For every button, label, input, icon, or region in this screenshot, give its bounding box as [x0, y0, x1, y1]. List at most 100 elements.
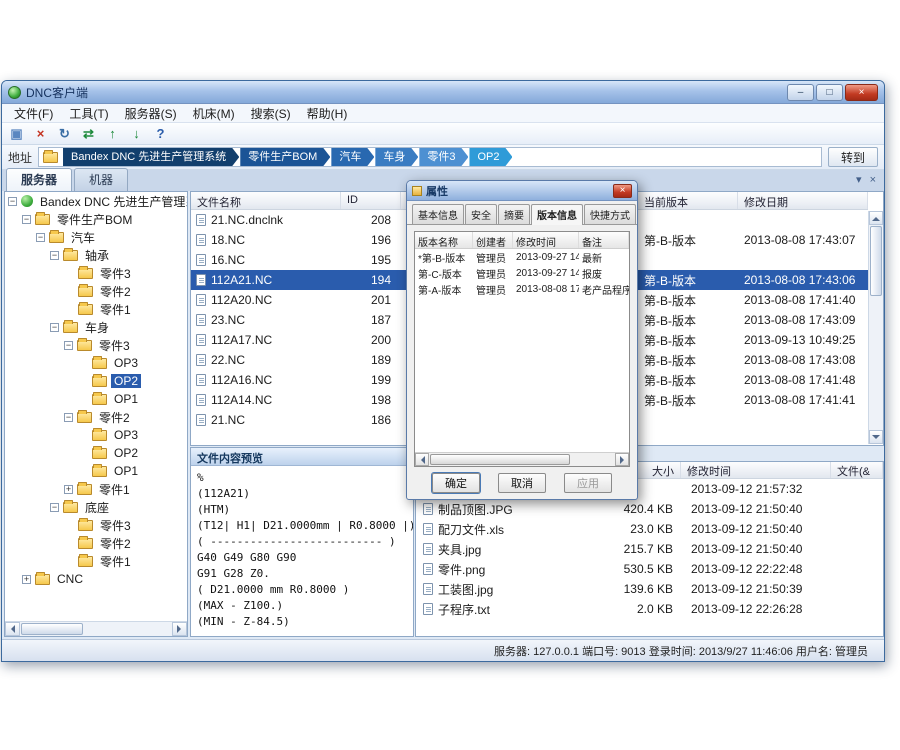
dialog-tab-0[interactable]: 基本信息: [412, 204, 464, 224]
scroll-down-icon[interactable]: [869, 430, 883, 444]
folder-icon: [92, 466, 107, 477]
dialog-title-bar[interactable]: 属性 ×: [407, 181, 637, 201]
tree-horizontal-scrollbar[interactable]: [5, 621, 187, 636]
tree-item[interactable]: 零件1: [5, 552, 187, 570]
collapse-icon[interactable]: −: [8, 197, 17, 206]
collapse-icon[interactable]: −: [36, 233, 45, 242]
tree-item[interactable]: 零件3: [5, 516, 187, 534]
tree-item[interactable]: OP1: [5, 390, 187, 408]
dialog-ok-button[interactable]: 确定: [432, 473, 480, 493]
upload-icon[interactable]: ↑: [104, 125, 121, 142]
collapse-icon[interactable]: −: [22, 215, 31, 224]
menu-item-4[interactable]: 搜索(S): [243, 103, 299, 124]
folder-icon: [63, 502, 78, 513]
dialog-cancel-button[interactable]: 取消: [498, 473, 546, 493]
dialog-tab-2[interactable]: 摘要: [498, 204, 530, 224]
attachment-row[interactable]: 子程序.txt2.0 KB2013-09-12 22:26:28: [416, 599, 883, 619]
menu-item-1[interactable]: 工具(T): [61, 103, 116, 124]
tree-item[interactable]: 零件2: [5, 534, 187, 552]
menu-item-2[interactable]: 服务器(S): [117, 103, 185, 124]
collapse-icon[interactable]: −: [64, 341, 73, 350]
expand-icon[interactable]: +: [22, 575, 31, 584]
dialog-apply-button[interactable]: 应用: [564, 473, 612, 493]
menu-item-0[interactable]: 文件(F): [6, 103, 61, 124]
scrollbar-thumb[interactable]: [21, 623, 83, 635]
tree-item[interactable]: OP2: [5, 444, 187, 462]
chevron-down-icon[interactable]: ▾: [856, 174, 862, 186]
dialog-tab-3[interactable]: 版本信息: [531, 204, 583, 225]
version-row[interactable]: 第-C-版本管理员2013-09-27 14:报废: [415, 265, 629, 281]
scrollbar-thumb[interactable]: [430, 454, 570, 465]
tree-item[interactable]: −底座: [5, 498, 187, 516]
tree-item[interactable]: −零件生产BOM: [5, 210, 187, 228]
attachment-row[interactable]: 配刀文件.xls23.0 KB2013-09-12 21:50:40: [416, 519, 883, 539]
title-bar[interactable]: DNC客户端 –□×: [2, 81, 884, 104]
download-icon[interactable]: ↓: [128, 125, 145, 142]
tree-item[interactable]: −车身: [5, 318, 187, 336]
close-button[interactable]: ×: [845, 84, 878, 101]
transfer-icon[interactable]: ⇄: [80, 125, 97, 142]
close-pane-icon[interactable]: ×: [870, 174, 876, 186]
breadcrumb-segment-5[interactable]: OP2: [469, 148, 512, 166]
tree-item[interactable]: 零件2: [5, 282, 187, 300]
tree-item[interactable]: −零件2: [5, 408, 187, 426]
file-list-vertical-scrollbar[interactable]: [868, 211, 883, 444]
tree-item[interactable]: 零件1: [5, 300, 187, 318]
scroll-up-icon[interactable]: [869, 211, 883, 225]
refresh-icon[interactable]: ↻: [56, 125, 73, 142]
collapse-icon[interactable]: −: [50, 503, 59, 512]
scrollbar-thumb[interactable]: [870, 226, 882, 296]
window-title: DNC客户端: [26, 84, 782, 101]
dialog-close-button[interactable]: ×: [613, 184, 632, 198]
tree-item[interactable]: −轴承: [5, 246, 187, 264]
tree-item[interactable]: −Bandex DNC 先进生产管理系统: [5, 192, 187, 210]
help-icon[interactable]: ?: [152, 125, 169, 142]
minimize-button[interactable]: –: [787, 84, 814, 101]
tree-item[interactable]: +CNC: [5, 570, 187, 588]
copy-icon[interactable]: ▣: [8, 125, 25, 142]
scroll-right-icon[interactable]: [615, 453, 629, 466]
attachment-row[interactable]: 夹具.jpg215.7 KB2013-09-12 21:50:40: [416, 539, 883, 559]
breadcrumb-segment-3[interactable]: 车身: [375, 148, 418, 166]
go-button[interactable]: 转到: [828, 147, 878, 167]
tree-item[interactable]: OP1: [5, 462, 187, 480]
scroll-right-icon[interactable]: [172, 622, 187, 636]
version-list-scrollbar[interactable]: [415, 452, 629, 466]
tree-item[interactable]: +零件1: [5, 480, 187, 498]
attachment-row[interactable]: 零件.png530.5 KB2013-09-12 22:22:48: [416, 559, 883, 579]
tree-item[interactable]: OP3: [5, 354, 187, 372]
address-bar: 地址 Bandex DNC 先进生产管理系统零件生产BOM汽车车身零件3OP2 …: [2, 145, 884, 170]
breadcrumb-segment-2[interactable]: 汽车: [331, 148, 374, 166]
menu-item-5[interactable]: 帮助(H): [299, 103, 356, 124]
tree-item[interactable]: −零件3: [5, 336, 187, 354]
maximize-button[interactable]: □: [816, 84, 843, 101]
collapse-icon[interactable]: −: [64, 413, 73, 422]
address-field[interactable]: Bandex DNC 先进生产管理系统零件生产BOM汽车车身零件3OP2: [38, 147, 822, 167]
collapse-icon[interactable]: −: [50, 323, 59, 332]
attachment-row[interactable]: 制品顶图.JPG420.4 KB2013-09-12 21:50:40: [416, 499, 883, 519]
menu-item-3[interactable]: 机床(M): [185, 103, 243, 124]
scroll-left-icon[interactable]: [5, 622, 20, 636]
expand-icon[interactable]: +: [64, 485, 73, 494]
version-row[interactable]: 第-A-版本管理员2013-08-08 17:老产品程序: [415, 281, 629, 297]
document-icon: [196, 294, 206, 306]
collapse-icon[interactable]: −: [50, 251, 59, 260]
dialog-tab-1[interactable]: 安全: [465, 204, 497, 224]
preview-line: (T12| H1| D21.0000mm | R0.8000 |): [197, 518, 407, 534]
breadcrumb-segment-1[interactable]: 零件生产BOM: [240, 148, 330, 166]
pane-tab-1[interactable]: 机器: [74, 168, 128, 191]
pane-tab-0[interactable]: 服务器: [6, 168, 72, 191]
breadcrumb-segment-0[interactable]: Bandex DNC 先进生产管理系统: [63, 148, 239, 166]
tree-item[interactable]: OP2: [5, 372, 187, 390]
scroll-left-icon[interactable]: [415, 453, 429, 466]
tree-item[interactable]: 零件3: [5, 264, 187, 282]
tree-item[interactable]: OP3: [5, 426, 187, 444]
folder-icon: [92, 376, 107, 387]
delete-icon[interactable]: ×: [32, 125, 49, 142]
dialog-tab-4[interactable]: 快捷方式: [584, 204, 636, 224]
tree-item[interactable]: −汽车: [5, 228, 187, 246]
attachment-row[interactable]: 工装图.jpg139.6 KB2013-09-12 21:50:39: [416, 579, 883, 599]
breadcrumb-segment-4[interactable]: 零件3: [419, 148, 468, 166]
version-row[interactable]: *第-B-版本管理员2013-09-27 14:最新: [415, 249, 629, 265]
version-list-header[interactable]: 版本名称创建者修改时间备注: [415, 232, 629, 249]
